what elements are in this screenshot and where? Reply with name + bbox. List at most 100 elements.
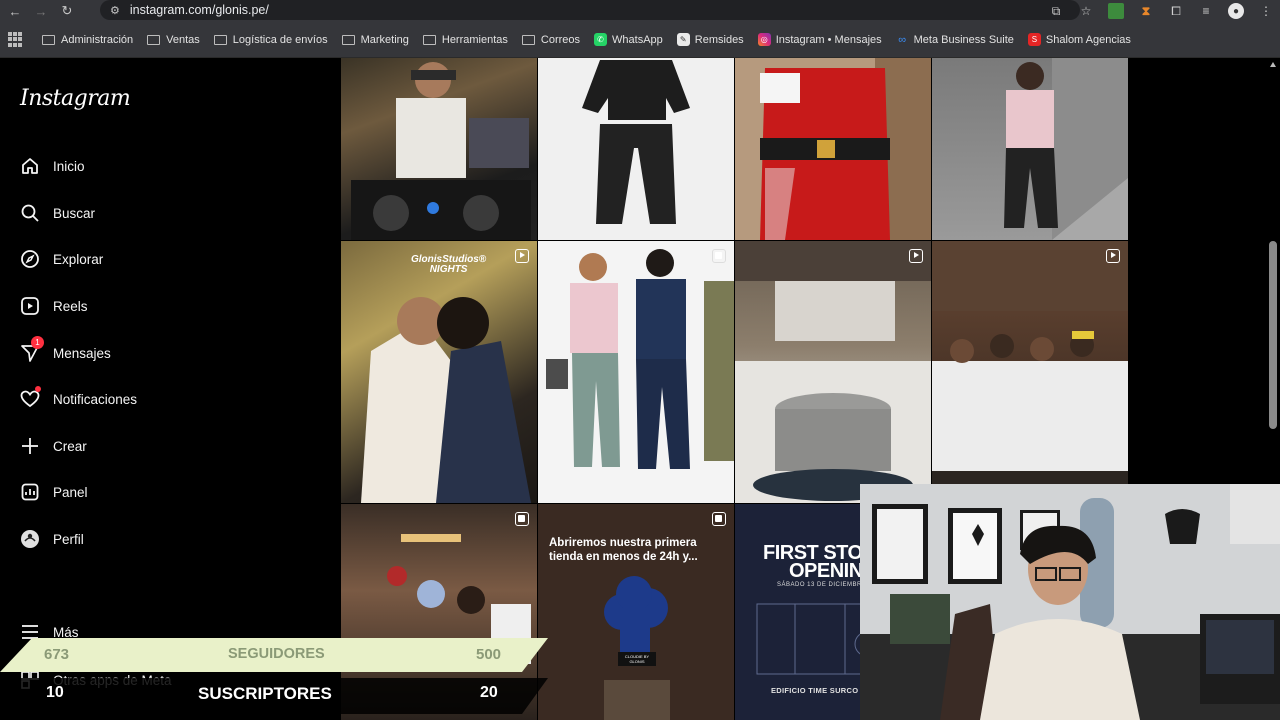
extension-hourglass-icon[interactable]: ⧗ <box>1138 3 1154 19</box>
post-nights-tile[interactable]: GlonisStudios® NIGHTS <box>341 241 537 503</box>
nav-reels[interactable]: Reels <box>20 296 88 316</box>
lookbook-photo <box>546 249 734 469</box>
install-app-icon[interactable]: ⧉ <box>1048 3 1064 19</box>
bookmark-instagram-mensajes[interactable]: ◎ Instagram • Mensajes <box>757 33 882 46</box>
jacket-product-photo <box>582 60 690 224</box>
bookmark-star-icon[interactable]: ☆ <box>1078 3 1094 19</box>
bookmark-ventas[interactable]: Ventas <box>147 34 200 46</box>
cloudie-figure <box>604 576 670 720</box>
post-store-interior-tile[interactable] <box>735 241 931 503</box>
first-store-location: EDIFICIO TIME SURCO <box>771 686 859 695</box>
suscriptores-current: 10 <box>46 684 64 701</box>
webcam-overlay <box>860 484 1280 720</box>
post-santa-tile[interactable] <box>735 58 931 240</box>
notification-dot <box>35 386 41 392</box>
reels-icon <box>20 296 40 316</box>
url-text: instagram.com/glonis.pe/ <box>129 3 269 17</box>
store-interior-photo <box>735 241 931 503</box>
bookmark-logistica[interactable]: Logística de envíos <box>213 34 328 46</box>
whatsapp-icon: ✆ <box>594 33 608 46</box>
carousel-icon <box>712 512 726 526</box>
remsides-icon: ✎ <box>676 33 690 46</box>
browser-menu-icon[interactable]: ⋮ <box>1258 3 1274 19</box>
instagram-icon: ◎ <box>757 33 771 46</box>
folder-icon <box>341 34 355 45</box>
nav-label: Notificaciones <box>53 391 138 407</box>
home-icon <box>20 156 40 176</box>
post-store-announce-tile[interactable]: Abriremos nuestra primera tienda en meno… <box>538 504 734 720</box>
post-dj-tile[interactable] <box>341 58 537 240</box>
extensions-puzzle-icon[interactable]: ⧠ <box>1168 3 1184 19</box>
webcam-video-frame <box>860 484 1280 720</box>
nav-notificaciones[interactable]: Notificaciones <box>20 386 138 409</box>
nav-perfil[interactable]: Perfil <box>20 529 84 549</box>
meta-icon: ∞ <box>898 33 907 46</box>
couple-photo <box>361 297 531 503</box>
shalom-icon: S <box>1027 33 1041 46</box>
bookmark-label: Herramientas <box>441 33 508 46</box>
post-lookbook-tile[interactable] <box>538 241 734 503</box>
nav-explorar[interactable]: Explorar <box>20 249 103 269</box>
scrollbar-thumb[interactable] <box>1269 241 1277 429</box>
browser-toolbar: ← → ↻ ⚙ instagram.com/glonis.pe/ ⧉ ☆ ⧗ ⧠… <box>0 0 1280 22</box>
glonis-nights-label: GlonisStudios® NIGHTS <box>411 255 486 275</box>
suscriptores-label: SUSCRIPTORES <box>198 684 332 703</box>
folder-icon <box>213 34 227 45</box>
heart-icon <box>20 386 41 409</box>
suscriptores-goal: 20 <box>480 684 498 701</box>
folder-icon <box>42 34 55 45</box>
bookmark-herramientas[interactable]: Herramientas <box>422 33 508 46</box>
bookmark-label: Administración <box>61 33 134 46</box>
folder-icon <box>521 34 535 45</box>
bookmark-remsides[interactable]: ✎ Remsides <box>676 33 744 46</box>
back-arrow-icon[interactable]: ← <box>4 0 26 22</box>
plus-icon <box>20 436 40 456</box>
bookmarks-bar: Administración Ventas Logística de envío… <box>0 22 1280 58</box>
reel-icon <box>909 249 923 263</box>
reel-icon <box>1106 249 1120 263</box>
scroll-up-arrow-icon[interactable] <box>1270 62 1276 67</box>
bookmark-whatsapp[interactable]: ✆ WhatsApp <box>594 33 663 46</box>
bookmark-marketing[interactable]: Marketing <box>341 33 409 46</box>
site-info-icon[interactable]: ⚙ <box>110 4 120 17</box>
nav-inicio[interactable]: Inicio <box>20 156 85 176</box>
search-icon <box>20 203 40 223</box>
reel-icon <box>515 249 529 263</box>
apps-grid-icon[interactable] <box>8 31 24 48</box>
bookmark-meta-business[interactable]: ∞ Meta Business Suite <box>896 33 1014 46</box>
post-jacket-tile[interactable] <box>538 58 734 240</box>
nav-label: Buscar <box>53 205 96 221</box>
bookmark-correos[interactable]: Correos <box>521 34 580 46</box>
nav-crear[interactable]: Crear <box>20 436 87 456</box>
post-group-tile[interactable] <box>932 241 1128 503</box>
bookmark-shalom[interactable]: S Shalom Agencias <box>1027 33 1131 46</box>
seguidores-goal: 500 <box>476 646 502 663</box>
bookmark-label: WhatsApp <box>612 33 663 46</box>
reload-icon[interactable]: ↻ <box>56 0 78 22</box>
reading-list-icon[interactable]: ≡ <box>1198 3 1214 19</box>
profile-avatar-icon[interactable]: ● <box>1228 3 1244 19</box>
nav-mensajes[interactable]: 1 Mensajes <box>20 336 111 363</box>
nav-label: Explorar <box>53 251 104 267</box>
instagram-logo[interactable]: Instagram <box>20 86 131 111</box>
bookmark-administracion[interactable]: Administración <box>42 34 133 46</box>
group-photo <box>932 241 1128 503</box>
forward-arrow-icon[interactable]: → <box>30 0 52 22</box>
extension-sheets-icon[interactable] <box>1108 3 1124 19</box>
bookmark-label: Marketing <box>360 33 409 46</box>
bookmark-label: Meta Business Suite <box>913 33 1014 46</box>
nav-label: Reels <box>53 298 88 314</box>
nav-buscar[interactable]: Buscar <box>20 203 95 223</box>
carousel-icon <box>515 512 529 526</box>
nav-label: Mensajes <box>53 345 111 361</box>
bookmark-label: Shalom Agencias <box>1045 33 1131 46</box>
bookmark-label: Ventas <box>166 33 200 46</box>
address-bar[interactable]: ⚙ instagram.com/glonis.pe/ <box>100 0 1080 20</box>
folder-icon <box>422 34 436 45</box>
post-pink-sweater-tile[interactable] <box>932 58 1128 240</box>
folder-icon <box>147 34 161 45</box>
carousel-icon <box>712 249 726 263</box>
nav-panel[interactable]: Panel <box>20 482 88 502</box>
avatar-icon <box>20 529 40 549</box>
compass-icon <box>20 249 40 269</box>
